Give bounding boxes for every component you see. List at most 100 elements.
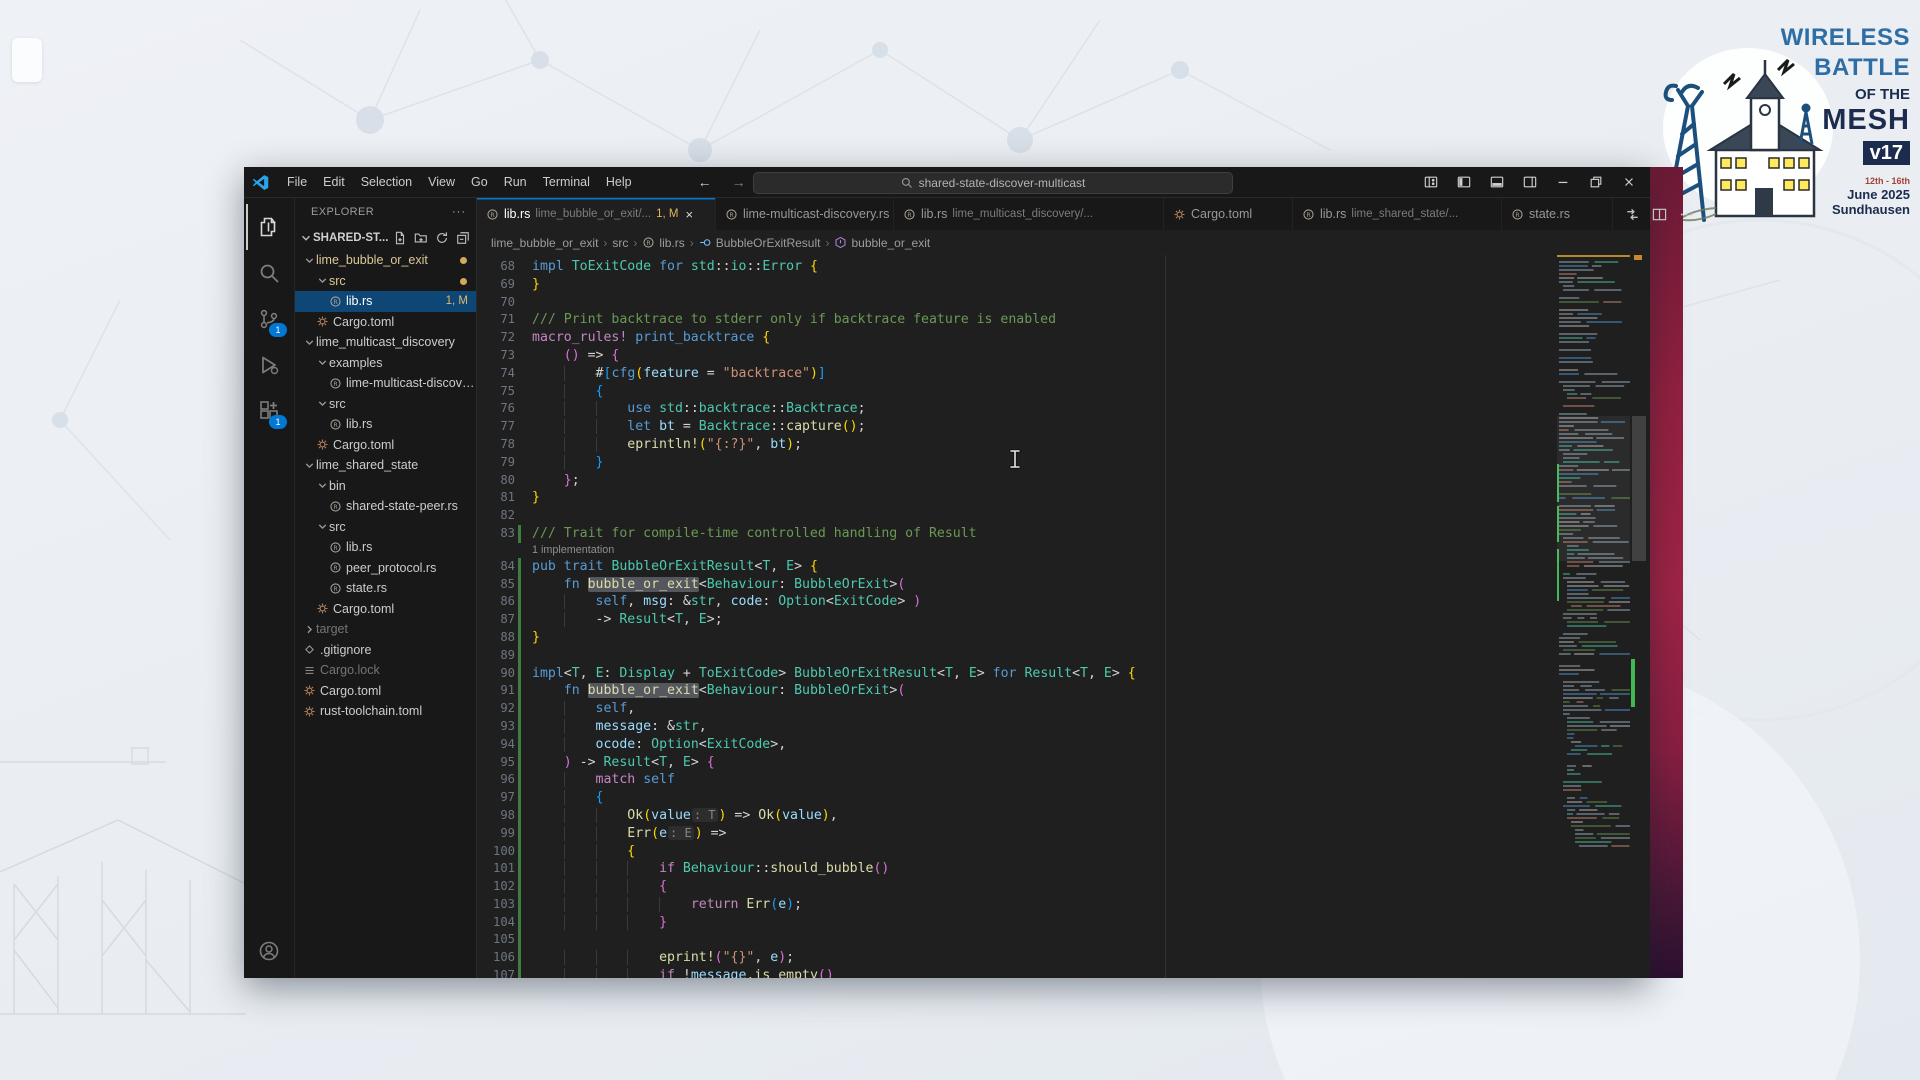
menu-file[interactable]: File <box>279 175 315 189</box>
code-token <box>651 401 659 416</box>
tree-item-bin[interactable]: bin <box>295 476 476 497</box>
indent-guide <box>564 701 596 716</box>
code-token: bubble_or_exit <box>588 683 699 698</box>
minimap[interactable] <box>1557 255 1630 978</box>
tree-item-shared-state-peer-rs[interactable]: Rshared-state-peer.rs <box>295 496 476 517</box>
tree-item-examples[interactable]: examples <box>295 353 476 374</box>
code-editor[interactable]: 68impl ToExitCode for std::io::Error {69… <box>477 255 1557 978</box>
code-token: ToExitCode <box>699 666 778 681</box>
toggle-secondary-sidebar-icon[interactable] <box>1517 171 1543 193</box>
tree-item-cargo-toml[interactable]: Cargo.toml <box>295 435 476 456</box>
tab-state-rs-5[interactable]: Rstate.rs <box>1502 198 1613 230</box>
git-gutter-indicator <box>518 647 521 665</box>
code-line-90: 90impl<T, E: Display + ToExitCode> Bubbl… <box>477 665 1557 683</box>
codelens-reference[interactable]: 1 implementation <box>477 543 1557 558</box>
menu-help[interactable]: Help <box>598 175 640 189</box>
tab-lib-rs-4[interactable]: Rlib.rslime_shared_state/... <box>1293 198 1502 230</box>
tab-label: lime-multicast-discovery.rs <box>743 207 889 221</box>
customize-layout-icon[interactable] <box>1418 171 1444 193</box>
tree-item--gitignore[interactable]: .gitignore <box>295 640 476 661</box>
indent-guide <box>596 915 628 930</box>
breadcrumb-item-bubble-or-exit[interactable]: bubble_or_exit <box>834 236 930 250</box>
tree-item-src[interactable]: src <box>295 517 476 538</box>
menu-terminal[interactable]: Terminal <box>535 175 598 189</box>
tree-item-src[interactable]: src <box>295 271 476 292</box>
new-folder-icon[interactable] <box>414 231 428 245</box>
navigate-forward-icon[interactable]: → <box>732 174 746 190</box>
tab-lib-rs-2[interactable]: Rlib.rslime_multicast_discovery/... <box>894 198 1164 230</box>
tree-item-rust-toolchain-toml[interactable]: rust-toolchain.toml <box>295 701 476 722</box>
tree-item-lib-rs[interactable]: Rlib.rs1, M <box>295 291 476 312</box>
tab-lime-multicast-discovery-rs-1[interactable]: Rlime-multicast-discovery.rs <box>716 198 894 230</box>
breadcrumb-item-lib-rs[interactable]: Rlib.rs <box>642 236 684 250</box>
code-token <box>580 683 588 698</box>
menu-run[interactable]: Run <box>496 175 535 189</box>
tree-item-cargo-lock[interactable]: Cargo.lock <box>295 660 476 681</box>
line-number: 85 <box>477 576 515 594</box>
activity-item-run-and-debug[interactable] <box>246 342 292 388</box>
activity-item-search[interactable] <box>246 250 292 296</box>
scrollbar-thumb[interactable] <box>1632 416 1646 561</box>
breadcrumb-item-src[interactable]: src <box>612 236 628 250</box>
code-token: T <box>675 612 683 627</box>
line-number: 103 <box>477 896 515 914</box>
explorer-more-actions-icon[interactable]: ··· <box>452 206 466 218</box>
tree-item-lime-multicast-discovery[interactable]: lime_multicast_discovery <box>295 332 476 353</box>
open-changes-icon[interactable] <box>1625 207 1640 222</box>
git-gutter-indicator <box>518 789 521 807</box>
tree-item-target[interactable]: target <box>295 619 476 640</box>
collapse-folders-icon[interactable] <box>456 231 470 245</box>
menu-selection[interactable]: Selection <box>353 175 420 189</box>
breadcrumb-item-bubbleorexitresult[interactable]: BubbleOrExitResult <box>699 236 821 250</box>
activity-item-explorer[interactable] <box>246 204 292 250</box>
activity-item-source-control[interactable]: 1 <box>246 296 292 342</box>
indent-guide <box>659 897 691 912</box>
activity-item-account[interactable] <box>246 928 292 974</box>
menu-edit[interactable]: Edit <box>315 175 353 189</box>
restore-icon[interactable] <box>1583 171 1609 193</box>
run-and-debug-icon <box>257 353 281 377</box>
tab-cargo-toml-3[interactable]: Cargo.toml <box>1164 198 1293 230</box>
command-center-search[interactable]: shared-state-discover-multicast <box>753 172 1233 194</box>
close-icon[interactable] <box>1616 171 1642 193</box>
tree-item-lime-multicast-discovery-rs[interactable]: Rlime-multicast-discovery.rs <box>295 373 476 394</box>
tree-item-cargo-toml[interactable]: Cargo.toml <box>295 599 476 620</box>
code-token: = <box>675 419 699 434</box>
minimap-slider[interactable] <box>1557 416 1630 561</box>
svg-text:R: R <box>1306 211 1311 218</box>
code-token: E <box>1104 666 1112 681</box>
tree-item-state-rs[interactable]: Rstate.rs <box>295 578 476 599</box>
tree-item-lib-rs[interactable]: Rlib.rs <box>295 414 476 435</box>
more-actions-icon[interactable] <box>1679 207 1694 222</box>
tree-item-lime-bubble-or-exit[interactable]: lime_bubble_or_exit <box>295 250 476 271</box>
tree-item-cargo-toml[interactable]: Cargo.toml <box>295 681 476 702</box>
activity-item-extensions[interactable]: 1 <box>246 388 292 434</box>
line-number: 71 <box>477 311 515 329</box>
navigate-back-icon[interactable]: ← <box>698 174 712 190</box>
tree-item-label: lime_multicast_discovery <box>316 335 455 349</box>
tree-item-src[interactable]: src <box>295 394 476 415</box>
tree-item-lib-rs[interactable]: Rlib.rs <box>295 537 476 558</box>
tree-item-cargo-toml[interactable]: Cargo.toml <box>295 312 476 333</box>
git-gutter-indicator <box>518 258 521 276</box>
chevron-right-icon <box>303 623 316 636</box>
breadcrumb-item-lime-bubble-or-exit[interactable]: lime_bubble_or_exit <box>491 236 598 250</box>
tab-lib-rs-0[interactable]: Rlib.rslime_bubble_or_exit/...1, M× <box>477 198 716 230</box>
git-gutter-indicator <box>518 507 521 525</box>
minimize-icon[interactable] <box>1550 171 1576 193</box>
menu-go[interactable]: Go <box>463 175 496 189</box>
tree-item-lime-shared-state[interactable]: lime_shared_state <box>295 455 476 476</box>
tree-item-peer-protocol-rs[interactable]: Rpeer_protocol.rs <box>295 558 476 579</box>
workspace-section-header[interactable]: SHARED-ST... <box>295 226 476 250</box>
close-icon[interactable]: × <box>686 207 694 222</box>
toggle-panel-icon[interactable] <box>1484 171 1510 193</box>
refresh-explorer-icon[interactable] <box>435 231 449 245</box>
split-editor-icon[interactable] <box>1652 207 1667 222</box>
new-file-icon[interactable] <box>393 231 407 245</box>
editor-scrollbar[interactable] <box>1630 255 1650 978</box>
menu-view[interactable]: View <box>420 175 463 189</box>
tree-item-label: src <box>329 274 346 288</box>
toggle-primary-sidebar-icon[interactable] <box>1451 171 1477 193</box>
git-gutter-indicator <box>518 843 521 861</box>
git-gutter-indicator <box>518 629 521 647</box>
